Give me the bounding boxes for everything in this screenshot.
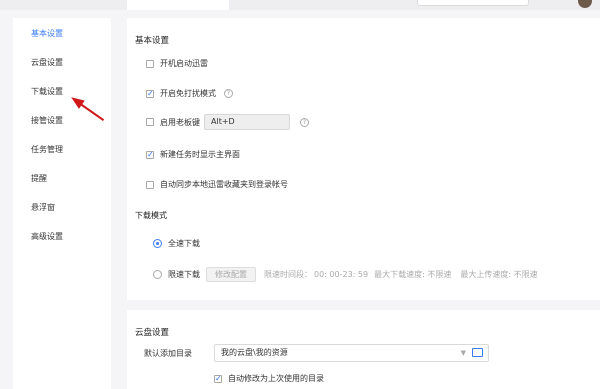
full-speed-radio[interactable] [153,239,162,248]
sync-fav-option[interactable]: 自动同步本地迅雷收藏夹到登录帐号 [146,179,288,190]
auto-modify-option[interactable]: 自动修改为上次使用的目录 [214,373,324,384]
dnd-checkbox[interactable] [146,89,154,99]
full-speed-option[interactable]: 全速下载 [153,238,200,249]
auto-modify-label: 自动修改为上次使用的目录 [228,374,324,383]
sidebar-item-floating[interactable]: 悬浮窗 [13,197,111,219]
default-dir-label-text: 默认添加目录 [144,349,192,358]
sidebar-item-advanced[interactable]: 高级设置 [13,226,111,248]
default-dir-label: 默认添加目录 [144,348,192,359]
section-title-cloud: 云盘设置 [135,328,170,338]
limit-label: 限速下载 [168,270,200,279]
title-tab [127,0,229,10]
basic-settings-panel: 基本设置 开机启动迅雷 开启免打扰模式 ? 启用老板键 Alt+D ? 新建任务… [127,18,600,300]
sidebar-item-download[interactable]: 下载设置 [13,81,111,103]
avatar[interactable] [578,0,592,8]
help-icon[interactable]: ? [224,89,233,98]
modify-config-button[interactable]: 修改配置 [206,267,256,282]
sidebar-item-basic[interactable]: 基本设置 [13,23,111,45]
bosskey-label: 启用老板键 [160,117,200,127]
max-download-speed: 最大下载速度: 不限速 [374,270,452,279]
settings-sidebar: 基本设置 云盘设置 下载设置 接管设置 任务管理 提醒 悬浮窗 高级设置 [13,18,111,389]
folder-icon[interactable] [472,348,483,357]
show-main-checkbox[interactable] [146,150,154,160]
sync-fav-checkbox[interactable] [146,180,154,189]
section-title-basic: 基本设置 [135,36,170,46]
dnd-option[interactable]: 开启免打扰模式 ? [146,88,233,99]
limit-time-value: 00: 00-23: 59 [314,270,369,279]
bosskey-input[interactable]: Alt+D [204,114,290,130]
dnd-label: 开启免打扰模式 [160,89,216,98]
autostart-option[interactable]: 开机启动迅雷 [146,58,208,69]
autostart-label: 开机启动迅雷 [160,59,208,68]
default-dir-value: 我的云盘\我的资源 [221,348,288,357]
full-speed-label: 全速下载 [168,239,200,248]
bosskey-checkbox[interactable] [146,118,154,126]
sidebar-item-tasks[interactable]: 任务管理 [13,139,111,161]
chevron-down-icon[interactable]: ▼ [461,345,466,361]
auto-modify-checkbox[interactable] [214,374,222,384]
show-main-option[interactable]: 新建任务时显示主界面 [146,149,240,160]
max-upload-speed: 最大上传速度: 不限速 [460,270,538,279]
bosskey-option[interactable]: 启用老板键 Alt+D ? [146,114,309,130]
limit-option[interactable]: 限速下载 修改配置 限速时间段： 00: 00-23: 59 最大下载速度: 不… [153,267,538,282]
autostart-checkbox[interactable] [146,59,154,68]
cloud-settings-panel: 云盘设置 默认添加目录 我的云盘\我的资源 ▼ 自动修改为上次使用的目录 [127,310,600,389]
limit-radio[interactable] [153,270,162,279]
search-input[interactable] [417,0,529,6]
download-mode-title: 下载模式 [135,211,167,220]
top-bar [0,0,600,10]
sidebar-item-cloud[interactable]: 云盘设置 [13,52,111,74]
default-dir-select[interactable]: 我的云盘\我的资源 ▼ [214,344,489,362]
limit-period-label: 限速时间段： [264,270,312,279]
sidebar-item-reminder[interactable]: 提醒 [13,168,111,190]
sync-fav-label: 自动同步本地迅雷收藏夹到登录帐号 [160,180,288,189]
help-icon[interactable]: ? [300,117,309,127]
show-main-label: 新建任务时显示主界面 [160,150,240,159]
